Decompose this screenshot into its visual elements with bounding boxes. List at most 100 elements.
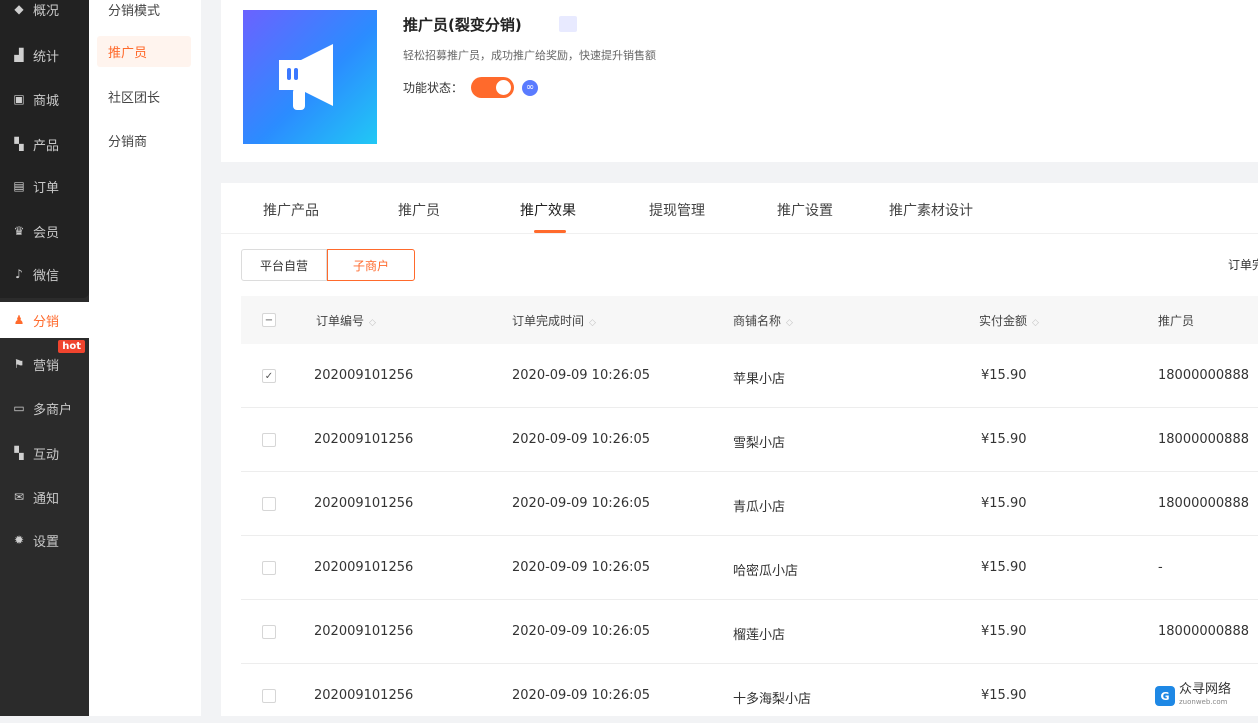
wechat-icon: ♪ [15, 267, 23, 281]
column-header-time[interactable]: 订单完成时间 ◇ [512, 312, 596, 329]
table-row[interactable]: 202009101256 2020-09-09 10:26:05 榴莲小店 ¥1… [241, 600, 1258, 664]
nav-item-label: 概况 [33, 3, 60, 19]
nav-item-members[interactable]: ♛ 会员 [0, 213, 89, 249]
order-filter-label: 订单完 [1228, 258, 1258, 272]
column-header-promoter: 推广员 [1158, 314, 1195, 328]
subnav-item-promoter[interactable]: 推广员 [97, 36, 191, 67]
nav-item-stats[interactable]: ▟ 统计 [0, 37, 89, 73]
column-header-label: 订单编号 [316, 314, 365, 328]
nav-item-multi-merchant[interactable]: ▭ 多商户 [0, 390, 89, 426]
cell-order-no: 202009101256 [314, 560, 414, 575]
cell-shop: 雪梨小店 [733, 436, 786, 451]
subnav-item-distributor[interactable]: 分销商 [97, 125, 191, 156]
row-checkbox[interactable] [262, 689, 276, 703]
subnav-item-distribution-mode[interactable]: 分销模式 [97, 0, 191, 25]
feature-status-label: 功能状态： [403, 81, 464, 95]
cell-order-no: 202009101256 [314, 432, 414, 447]
column-header-order-no[interactable]: 订单编号 ◇ [316, 312, 376, 329]
bottom-strip [0, 716, 1258, 723]
nav-item-interaction[interactable]: ▚ 互动 [0, 435, 89, 471]
row-checkbox[interactable] [262, 497, 276, 511]
active-tab-indicator [534, 230, 566, 233]
nav-item-label: 订单 [33, 180, 60, 196]
shop-icon: ▭ [13, 401, 25, 415]
nav-item-label: 营销 [33, 358, 60, 374]
main-sidebar: ◆ 概况 ▟ 统计 ▣ 商城 ▚ 产品 ▤ 订单 ♛ 会员 ♪ 微信 ♟ 分销 … [0, 0, 89, 723]
row-checkbox-checked[interactable]: ✓ [262, 369, 276, 383]
nav-item-label: 互动 [33, 447, 60, 463]
nav-item-marketing[interactable]: ⚑ 营销 hot [0, 340, 89, 382]
cell-promoter: 18000000888 [1158, 496, 1249, 511]
table-row[interactable]: ✓ 202009101256 2020-09-09 10:26:05 苹果小店 … [241, 344, 1258, 408]
watermark-text: 众寻网络 zuonweb.com [1179, 683, 1231, 708]
cell-promoter: 18000000888 [1158, 368, 1249, 383]
cell-promoter: 18000000888 [1158, 624, 1249, 639]
segment-platform[interactable]: 平台自营 [241, 249, 327, 281]
column-header-amount[interactable]: 实付金额 ◇ [979, 312, 1039, 329]
nav-item-products[interactable]: ▚ 产品 [0, 126, 89, 162]
tab-promo-products[interactable]: 推广产品 [263, 200, 319, 220]
nav-item-overview[interactable]: ◆ 概况 [0, 0, 89, 27]
column-header-label: 订单完成时间 [512, 314, 585, 328]
tab-promoters[interactable]: 推广员 [398, 200, 440, 220]
row-checkbox[interactable] [262, 561, 276, 575]
watermark: G 众寻网络 zuonweb.com [1155, 683, 1231, 708]
cell-amount: ¥15.90 [981, 560, 1027, 575]
sort-icon: ◇ [589, 318, 596, 328]
nav-item-label: 设置 [33, 534, 60, 550]
select-all-checkbox[interactable]: − [262, 313, 276, 327]
sort-icon: ◇ [1032, 318, 1039, 328]
nav-item-orders[interactable]: ▤ 订单 [0, 168, 89, 204]
title-decoration [559, 16, 577, 32]
nav-item-wechat[interactable]: ♪ 微信 [0, 256, 89, 292]
cell-time: 2020-09-09 10:26:05 [512, 368, 651, 383]
link-icon[interactable]: ∞ [522, 79, 539, 96]
column-header-label: 实付金额 [979, 314, 1028, 328]
nav-item-distribution[interactable]: ♟ 分销 [0, 302, 89, 338]
cell-order-no: 202009101256 [314, 624, 414, 639]
nav-item-label: 微信 [33, 268, 60, 284]
cell-amount: ¥15.90 [981, 496, 1027, 511]
nav-item-notifications[interactable]: ✉ 通知 [0, 479, 89, 515]
cell-shop: 十多海梨小店 [733, 692, 812, 707]
apps-icon: ▚ [14, 446, 24, 460]
layers-icon: ◆ [14, 2, 24, 16]
cell-amount: ¥15.90 [981, 624, 1027, 639]
nav-item-settings[interactable]: ✹ 设置 [0, 522, 89, 558]
table-row[interactable]: 202009101256 2020-09-09 10:26:05 十多海梨小店 … [241, 664, 1258, 723]
tab-withdrawal[interactable]: 提现管理 [649, 200, 705, 220]
row-checkbox[interactable] [262, 625, 276, 639]
gear-icon: ✹ [13, 533, 25, 547]
nav-item-label: 商城 [33, 93, 60, 109]
hot-badge: hot [58, 340, 85, 353]
cell-time: 2020-09-09 10:26:05 [512, 496, 651, 511]
table-row[interactable]: 202009101256 2020-09-09 10:26:05 青瓜小店 ¥1… [241, 472, 1258, 536]
people-icon: ♟ [13, 313, 25, 327]
nav-item-label: 产品 [33, 138, 60, 154]
segment-sub-merchant[interactable]: 子商户 [327, 249, 415, 281]
nav-item-label: 通知 [33, 491, 60, 507]
cell-time: 2020-09-09 10:26:05 [512, 688, 651, 703]
tab-promo-settings[interactable]: 推广设置 [777, 200, 833, 220]
tab-promo-results[interactable]: 推广效果 [520, 200, 576, 220]
page-title: 推广员(裂变分销) [403, 16, 522, 34]
table-row[interactable]: 202009101256 2020-09-09 10:26:05 哈密瓜小店 ¥… [241, 536, 1258, 600]
nav-item-mall[interactable]: ▣ 商城 [0, 81, 89, 117]
watermark-logo-icon: G [1155, 686, 1175, 706]
nav-item-label: 统计 [33, 49, 60, 65]
tab-bar: 推广产品 推广员 推广效果 提现管理 推广设置 推广素材设计 [221, 183, 1258, 234]
cell-shop: 苹果小店 [733, 372, 786, 387]
watermark-sub: zuonweb.com [1179, 698, 1228, 706]
sub-sidebar: 分销模式 推广员 社区团长 分销商 [89, 0, 201, 723]
crown-icon: ♛ [13, 224, 25, 238]
subnav-item-community-leader[interactable]: 社区团长 [97, 81, 191, 112]
column-header-shop[interactable]: 商铺名称 ◇ [733, 312, 793, 329]
table-row[interactable]: 202009101256 2020-09-09 10:26:05 雪梨小店 ¥1… [241, 408, 1258, 472]
sort-icon: ◇ [786, 318, 793, 328]
feature-toggle[interactable] [471, 77, 515, 98]
grid-icon: ▚ [14, 137, 24, 151]
row-checkbox[interactable] [262, 433, 276, 447]
tab-promo-materials[interactable]: 推广素材设计 [889, 200, 973, 220]
cell-promoter: 18000000888 [1158, 432, 1249, 447]
cell-amount: ¥15.90 [981, 688, 1027, 703]
